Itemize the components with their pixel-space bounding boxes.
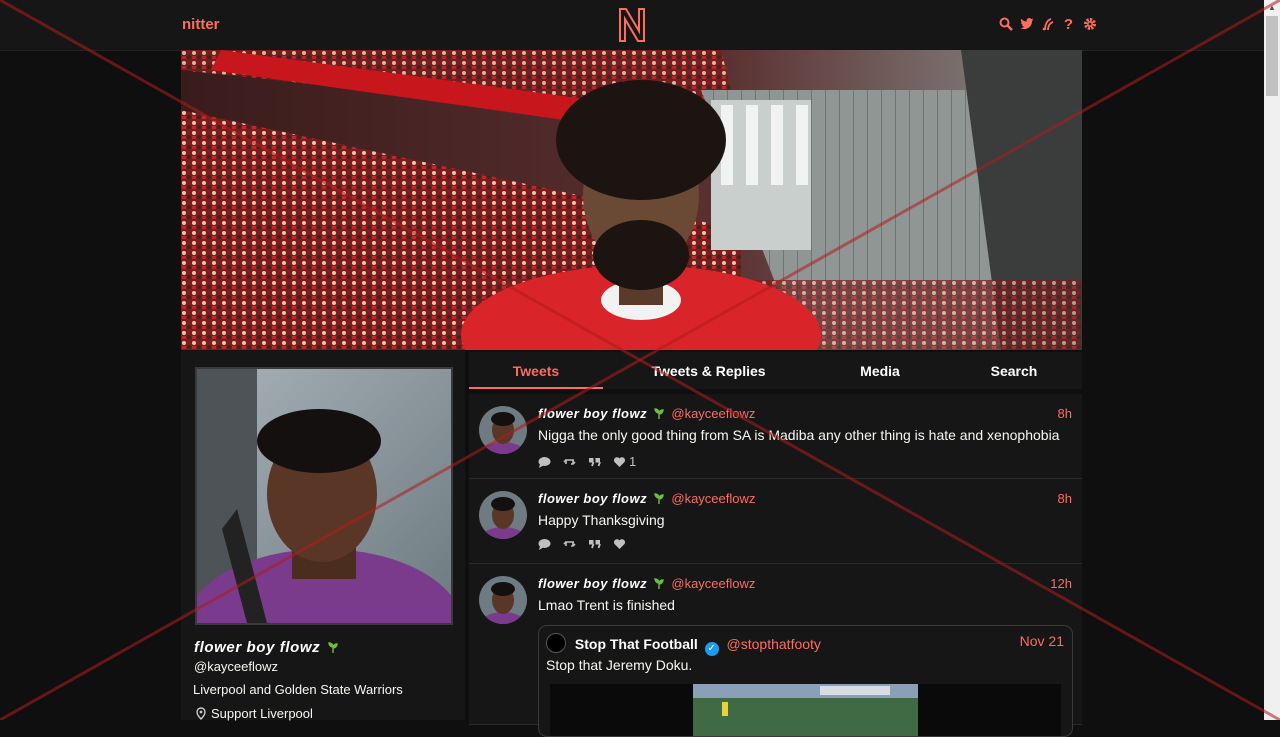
banner-image [181, 50, 1082, 350]
tweet-fullname[interactable]: flower boy flowz [538, 491, 647, 506]
tweet-fullname[interactable]: flower boy flowz [538, 406, 647, 421]
tweet-avatar[interactable] [479, 576, 527, 624]
verified-icon: ✓ [704, 642, 719, 656]
profile-avatar[interactable] [195, 367, 453, 625]
tweet-avatar[interactable] [479, 406, 527, 454]
tab-search[interactable]: Search [979, 352, 1049, 389]
rss-icon[interactable] [1040, 15, 1055, 33]
quote-icon[interactable] [588, 456, 601, 468]
help-icon[interactable]: ? [1061, 15, 1076, 33]
tweet-item[interactable]: flower boy flowz @kayceeflowz 8h Happy T… [469, 479, 1082, 564]
tweet-stats [538, 538, 629, 550]
nitter-logo-icon[interactable] [617, 7, 647, 43]
tab-tweets-replies[interactable]: Tweets & Replies [631, 352, 786, 389]
search-icon[interactable] [998, 15, 1013, 33]
quote-text: Stop that Jeremy Doku. [546, 657, 693, 673]
tweet-text: Nigga the only good thing from SA is Mad… [538, 427, 1060, 443]
reply-icon[interactable] [538, 538, 551, 550]
profile-banner[interactable] [181, 50, 1082, 350]
tweet-fullname[interactable]: flower boy flowz [538, 576, 647, 591]
quote-media[interactable] [550, 684, 1061, 736]
retweet-icon[interactable] [563, 538, 576, 550]
quote-header: Stop That Football ✓ @stopthatfooty Nov … [546, 633, 1064, 656]
quote-video-thumbnail [550, 684, 1061, 736]
retweet-icon[interactable] [563, 456, 576, 468]
location-pin-icon [196, 707, 206, 720]
tweet-header: flower boy flowz @kayceeflowz 8h [538, 491, 1072, 509]
quote-fullname[interactable]: Stop That Football [575, 636, 698, 652]
quote-icon[interactable] [588, 538, 601, 550]
plant-emoji-icon [328, 642, 338, 653]
tweet-stats: 1 [538, 454, 636, 469]
page-scrollbar[interactable]: ▲ [1264, 0, 1280, 720]
timeline-tabs: Tweets Tweets & Replies Media Search [469, 352, 1082, 389]
profile-fullname[interactable]: flower boy flowz [194, 639, 338, 656]
plant-emoji-icon [654, 578, 664, 589]
tab-media[interactable]: Media [849, 352, 911, 389]
tweet-text: Happy Thanksgiving [538, 512, 665, 528]
quote-date[interactable]: Nov 21 [1020, 633, 1064, 649]
tweet-date[interactable]: 8h [1058, 406, 1072, 421]
quote-avatar[interactable] [546, 633, 566, 653]
heart-icon [613, 539, 626, 549]
tweet-text: Lmao Trent is finished [538, 597, 675, 613]
profile-bio: Liverpool and Golden State Warriors [193, 682, 403, 697]
tweet-header: flower boy flowz @kayceeflowz 12h [538, 576, 1072, 594]
tweet-username[interactable]: @kayceeflowz [671, 491, 755, 506]
like-button[interactable]: 1 [613, 454, 636, 469]
plant-emoji-icon [654, 408, 664, 419]
tweet-avatar[interactable] [479, 491, 527, 539]
profile-username[interactable]: @kayceeflowz [194, 659, 278, 674]
tweet-date[interactable]: 8h [1058, 491, 1072, 506]
quote-username[interactable]: @stopthatfooty [727, 636, 821, 652]
tweet-header: flower boy flowz @kayceeflowz 8h [538, 406, 1072, 424]
scrollbar-thumb[interactable] [1266, 16, 1278, 96]
quoted-tweet[interactable]: Stop That Football ✓ @stopthatfooty Nov … [538, 625, 1073, 737]
tweet-username[interactable]: @kayceeflowz [671, 576, 755, 591]
navbar: nitter ? [0, 0, 1264, 51]
twitter-bird-icon[interactable] [1019, 15, 1034, 33]
profile-location: Support Liverpool [195, 706, 313, 721]
tweet-username[interactable]: @kayceeflowz [671, 406, 755, 421]
gear-icon[interactable] [1082, 15, 1097, 33]
reply-icon[interactable] [538, 456, 551, 468]
tab-tweets[interactable]: Tweets [469, 352, 603, 389]
nav-icons: ? [998, 15, 1097, 33]
nitter-home-link[interactable]: nitter [182, 16, 220, 33]
plant-emoji-icon [654, 493, 664, 504]
tweet-item[interactable]: flower boy flowz @kayceeflowz 8h Nigga t… [469, 394, 1082, 479]
like-button[interactable] [613, 538, 629, 550]
timeline: flower boy flowz @kayceeflowz 8h Nigga t… [469, 394, 1082, 737]
scroll-up-arrow-icon[interactable]: ▲ [1264, 0, 1280, 16]
profile-location-text: Support Liverpool [211, 706, 313, 721]
like-count: 1 [629, 454, 637, 469]
tweet-date[interactable]: 12h [1050, 576, 1072, 591]
avatar-image [197, 369, 451, 623]
profile-card: flower boy flowz @kayceeflowz Liverpool … [181, 350, 465, 721]
heart-icon [613, 456, 626, 467]
